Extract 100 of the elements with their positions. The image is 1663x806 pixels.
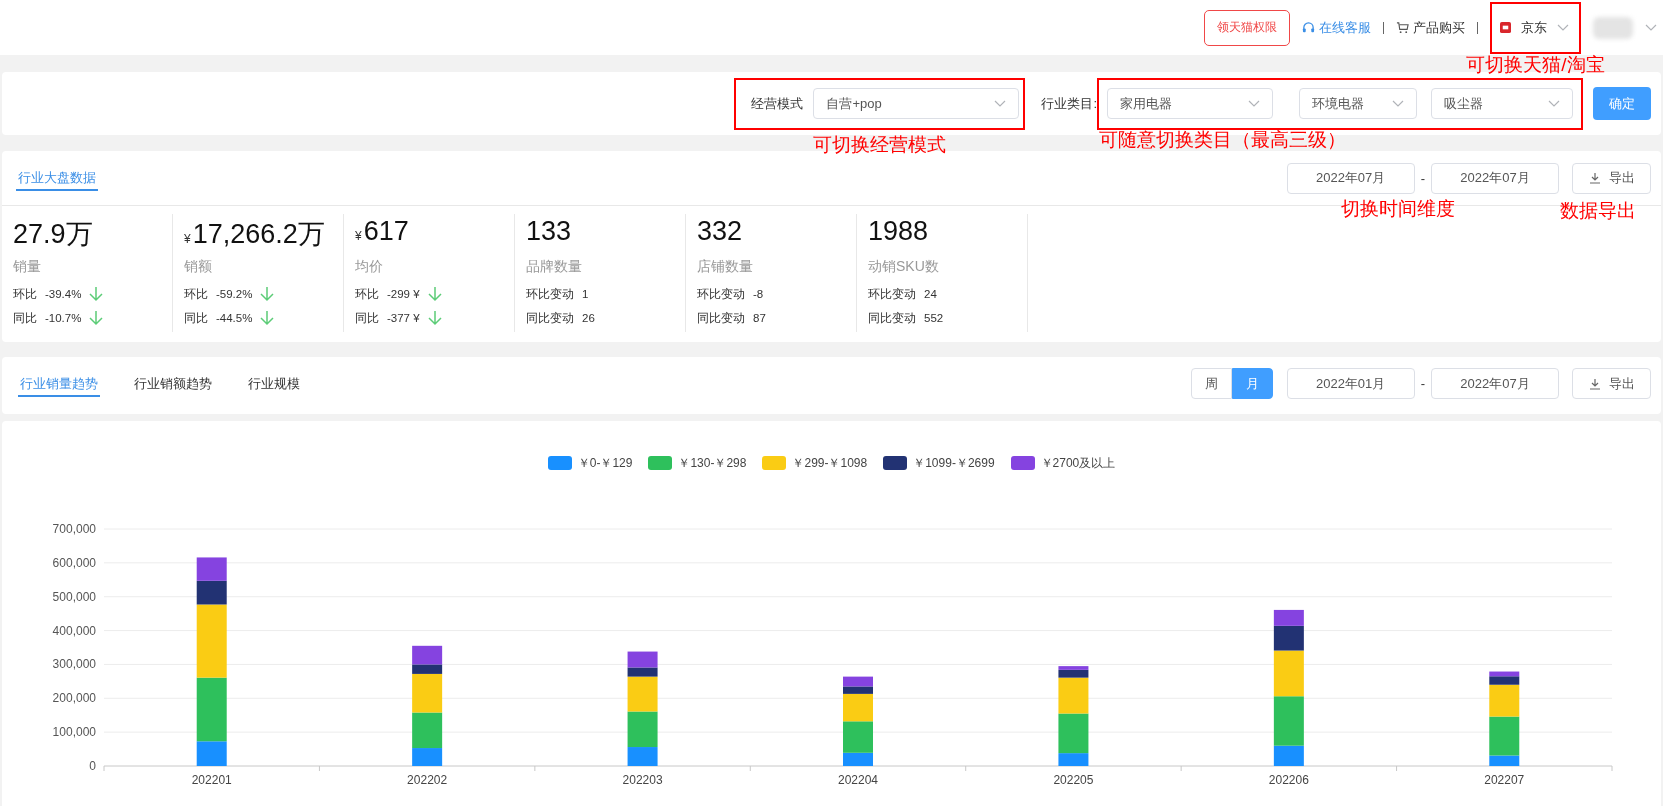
change-value: -10.7%	[45, 312, 82, 324]
change-value: 26	[582, 312, 595, 324]
x-tick-label: 202202	[407, 773, 448, 787]
annotation-text: 可切换天猫/淘宝	[1466, 53, 1605, 76]
granularity-button[interactable]: 周	[1190, 368, 1232, 399]
chevron-down-icon	[994, 99, 1007, 108]
kpi-value: 27.9万	[13, 218, 93, 251]
change-value: 552	[924, 312, 944, 324]
change-value: -44.5%	[216, 312, 253, 324]
change-label: 环比变动	[697, 286, 745, 302]
cart-icon	[1396, 21, 1409, 34]
y-tick-label: 400,000	[52, 623, 96, 638]
bar	[843, 676, 873, 687]
category-select[interactable]: 环境电器	[1299, 88, 1417, 119]
y-tick-label: 100,000	[52, 725, 96, 740]
chevron-down-icon	[1548, 99, 1560, 108]
date-field[interactable]: 2022年07月	[1431, 368, 1559, 399]
category-select[interactable]: 家用电器	[1107, 88, 1273, 119]
annotation-text: 数据导出	[1560, 199, 1636, 222]
annotation-text: 切换时间维度	[1340, 197, 1455, 220]
change-label: 环比	[13, 286, 37, 302]
kpi-value: 17,266.2万	[192, 218, 325, 251]
change-value: 24	[924, 288, 937, 300]
change-label: 环比	[355, 286, 379, 302]
x-tick-label: 202201	[191, 773, 232, 787]
kpi-label: 店铺数量	[697, 258, 754, 276]
change-label: 同比变动	[526, 310, 574, 326]
annotation-text: 可随意切换类目（最高三级）	[1099, 128, 1346, 151]
kpi-value: 617	[363, 216, 409, 247]
range-separator: -	[1420, 376, 1425, 391]
change-value: 87	[753, 312, 766, 324]
download-icon	[1588, 172, 1601, 184]
x-tick-label: 202206	[1268, 773, 1309, 787]
change-value: -39.4%	[45, 288, 82, 300]
platform-select[interactable]: 京东	[1521, 18, 1547, 37]
y-tick-label: 0	[89, 759, 96, 773]
mode-label: 经营模式	[751, 94, 804, 113]
change-label: 同比	[355, 310, 379, 326]
date-field[interactable]: 2022年07月	[1431, 162, 1559, 194]
legend-label[interactable]: ￥299-￥1098	[792, 454, 868, 472]
x-tick-label: 202203	[622, 773, 663, 787]
tab[interactable]: 行业大盘数据	[16, 165, 98, 191]
purchase-link[interactable]: 产品购买	[1396, 18, 1465, 37]
change-label: 环比变动	[526, 286, 574, 302]
export-button[interactable]: 导出	[1572, 368, 1651, 399]
y-tick-label: 300,000	[52, 657, 96, 672]
y-tick-label: 700,000	[52, 522, 96, 536]
chevron-down-icon	[1557, 23, 1569, 32]
kpi-label: 销额	[184, 258, 213, 276]
mode-select[interactable]: 自营+pop	[813, 88, 1020, 119]
tab[interactable]: 行业销额趋势	[132, 370, 214, 397]
legend-label[interactable]: ￥1099-￥2699	[913, 454, 995, 472]
store-icon	[1500, 22, 1511, 33]
chevron-down-icon	[1392, 99, 1404, 108]
currency-symbol: ¥	[184, 232, 191, 246]
category-label: 行业类目:	[1041, 94, 1097, 113]
date-field[interactable]: 2022年01月	[1286, 368, 1415, 399]
kpi-value: 332	[697, 216, 743, 247]
download-icon	[1588, 377, 1601, 390]
bar	[196, 557, 227, 581]
change-label: 同比变动	[697, 310, 745, 326]
avatar[interactable]	[1593, 16, 1633, 39]
category-select[interactable]: 吸尘器	[1431, 88, 1573, 119]
chevron-down-icon	[1645, 23, 1657, 32]
legend-label[interactable]: ￥130-￥298	[678, 454, 747, 472]
tab[interactable]: 行业销量趋势	[18, 370, 100, 397]
change-label: 环比变动	[868, 286, 916, 302]
range-separator: -	[1420, 170, 1425, 186]
x-tick-label: 202204	[838, 773, 878, 787]
change-value: 1	[582, 288, 589, 300]
kpi-value: 1988	[868, 216, 929, 247]
x-tick-label: 202207	[1484, 773, 1525, 787]
y-tick-label: 500,000	[52, 589, 96, 604]
permission-tag[interactable]: 领天猫权限	[1204, 9, 1290, 46]
change-value: -59.2%	[216, 288, 253, 300]
change-value: -377 ¥	[387, 312, 420, 324]
kpi-label: 品牌数量	[526, 258, 583, 276]
currency-symbol: ¥	[355, 229, 362, 243]
x-tick-label: 202205	[1053, 773, 1094, 787]
date-field[interactable]: 2022年07月	[1286, 162, 1415, 194]
change-value: -299 ¥	[387, 288, 420, 300]
change-value: -8	[753, 288, 764, 300]
kpi-label: 均价	[355, 258, 384, 276]
y-tick-label: 600,000	[52, 555, 96, 570]
change-label: 同比	[184, 310, 208, 326]
legend-label[interactable]: ￥2700及以上	[1040, 454, 1116, 472]
service-link[interactable]: 在线客服	[1302, 18, 1371, 37]
kpi-label: 销量	[13, 258, 42, 276]
kpi-label: 动销SKU数	[868, 258, 940, 276]
kpi-value: 133	[526, 216, 572, 247]
headset-icon	[1302, 21, 1315, 34]
export-button[interactable]: 导出	[1572, 162, 1651, 194]
change-label: 同比变动	[868, 310, 916, 326]
change-label: 同比	[13, 310, 37, 326]
chevron-down-icon	[1248, 99, 1260, 108]
annotation-text: 可切换经营模式	[813, 133, 947, 156]
change-label: 环比	[184, 286, 208, 302]
legend-label[interactable]: ￥0-￥129	[577, 454, 633, 472]
tab[interactable]: 行业规模	[246, 370, 302, 397]
y-tick-label: 200,000	[52, 691, 96, 706]
